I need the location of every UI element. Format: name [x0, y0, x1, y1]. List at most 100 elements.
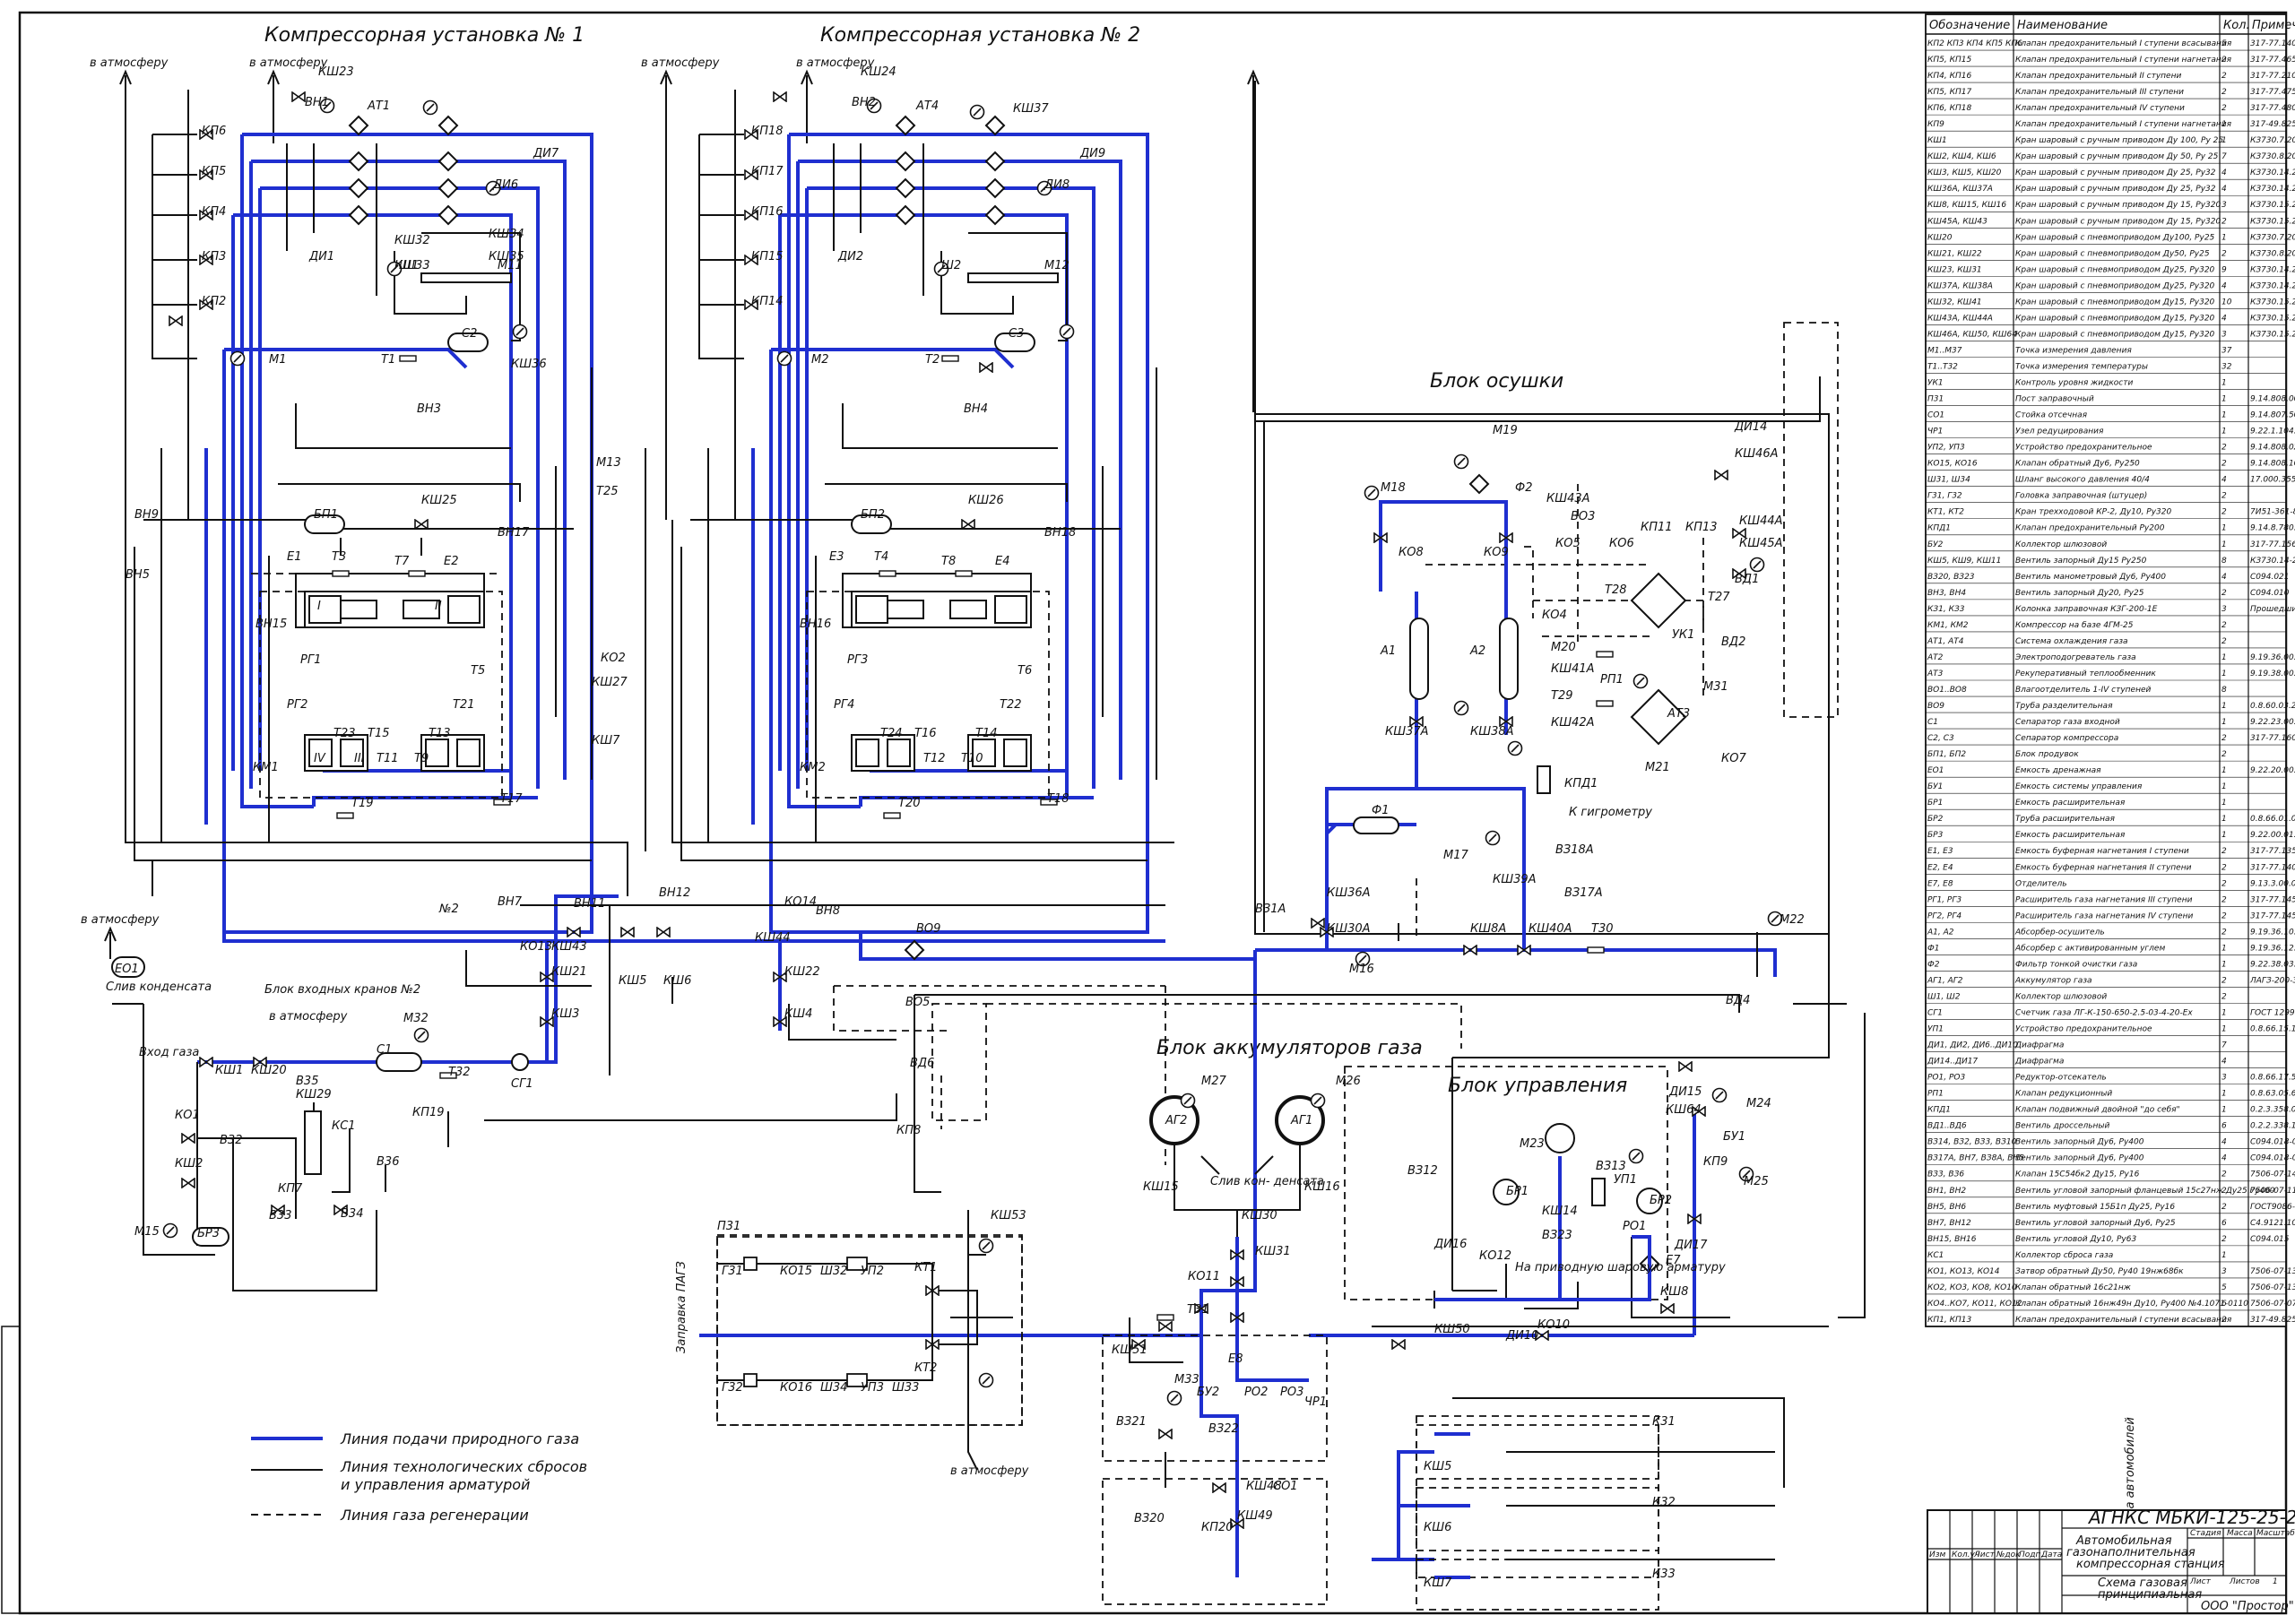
- spec-cell: РО1, РО3: [1927, 1074, 1965, 1083]
- spec-cell: 2: [2221, 72, 2227, 81]
- spec-cell: 9.14.808.00.000: [2250, 395, 2295, 404]
- tag-u1-1: КП5: [202, 165, 226, 178]
- spec-cell: КЗ730.14.20.200-01: [2250, 265, 2295, 274]
- spec-cell: Стойка отсечная: [2015, 411, 2088, 420]
- tag-u2-12: БП2: [861, 508, 885, 522]
- spec-cell: 4: [2221, 281, 2227, 290]
- tag-drying-4: КО9: [1484, 546, 1509, 559]
- tag-u2-17: Т8: [941, 555, 956, 568]
- spec-cell: ВО1..ВО8: [1927, 686, 1967, 695]
- cond-drain-label: Слив конденсата: [106, 980, 212, 994]
- tag-u1-28: Т5: [471, 664, 485, 678]
- tag-inlet-11: В33: [269, 1209, 291, 1222]
- spec-cell: КШ2, КШ4, КШ6: [1927, 152, 1996, 161]
- tag-u2-20: РГ3: [847, 653, 868, 667]
- spec-cell: 1: [2221, 766, 2227, 775]
- tag-u2-19: ВН16: [800, 618, 831, 631]
- tag-cars-2: К33: [1652, 1568, 1676, 1581]
- unit2-equipment: [851, 115, 1059, 534]
- tag-drying-31: М16: [1349, 963, 1374, 976]
- tag-ptg-7: КО16: [780, 1381, 812, 1395]
- tag-u1-32: ДИ1: [308, 250, 334, 263]
- tag-drying-23: ВЗ18А: [1555, 843, 1594, 857]
- spec-cell: ДИ1, ДИ2, ДИ6..ДИ10: [1927, 1041, 2018, 1050]
- spec-cell: КШ37А, КШ38А: [1927, 281, 1993, 290]
- tag-u1-17: Т7: [394, 555, 410, 568]
- spec-cell: КШ3, КШ5, КШ20: [1927, 168, 2002, 177]
- spec-cell: 317-49.825-00: [2250, 1316, 2295, 1325]
- spec-cell: 2: [2221, 492, 2227, 501]
- tag-drying-42: УК1: [1672, 628, 1694, 642]
- tag-drying-38: КШ44А: [1739, 514, 1783, 528]
- spec-cell: Вентиль запорный Ду6, Ру400: [2015, 1138, 2144, 1147]
- spec-cell: 3: [2221, 1074, 2227, 1083]
- spec-cell: 7: [2221, 152, 2227, 161]
- tag-control-13: РО1: [1623, 1220, 1646, 1233]
- tag-accum-7: КШ31: [1255, 1245, 1291, 1258]
- car-filling: [1416, 1415, 1659, 1611]
- spec-cell: КЗ730.15.20.200-02: [2250, 314, 2295, 323]
- spec-cell: Е2, Е4: [1927, 863, 1953, 872]
- spec-cell: Вентиль запорный Ду6, Ру400: [2015, 1154, 2144, 1163]
- spec-cell: 7506-07-1361-84: [2250, 1267, 2295, 1276]
- tag-u1-12: БП1: [314, 508, 338, 522]
- tag-drying-19: КШ38А: [1470, 725, 1514, 739]
- drawing-code: АГНКС МБКИ-125-25-2: [2087, 1507, 2295, 1528]
- pressure-gauge-icon: [969, 104, 985, 120]
- tag-u2-26: Т12: [923, 752, 945, 765]
- tag-u1-22: Т23: [333, 727, 355, 740]
- spec-cell: Ш31, Ш34: [1927, 476, 1970, 485]
- spec-cell: 0.8.66.15.10.00: [2250, 1025, 2295, 1034]
- spec-cell: КШ32, КШ41: [1927, 298, 1982, 307]
- tag-accum-0: АГ2: [1165, 1114, 1187, 1127]
- tag-regen-12: КШ49: [1237, 1509, 1273, 1523]
- valve-icon: [181, 1133, 195, 1144]
- spec-cell: КЗ730.7.20.200-01: [2250, 233, 2295, 242]
- spec-cell: Кран шаровый с ручным приводом Ду 50, Ру…: [2015, 152, 2219, 161]
- spec-cell: РГ1, РГ3: [1927, 895, 1962, 904]
- tag-cars-4: КШ6: [1424, 1521, 1451, 1534]
- spec-cell: 6: [2221, 1122, 2227, 1131]
- tag-drying-48: ВД4: [1726, 994, 1750, 1007]
- tag-control-3: БУ1: [1723, 1130, 1745, 1144]
- spec-cell: БР3: [1927, 831, 1944, 840]
- spec-cell: 9.14.808.02.000: [2250, 444, 2295, 453]
- temperature-sensor-icon: [1156, 1314, 1174, 1321]
- temperature-sensor-icon: [1587, 946, 1605, 954]
- spec-cell: КП1, КП13: [1927, 1316, 1971, 1325]
- tag-u1-16: Т3: [332, 550, 346, 564]
- spec-cell: 2: [2221, 928, 2227, 937]
- tag-control-11: КШ14: [1542, 1205, 1578, 1218]
- spec-cell: 0.8.66.01.000: [2250, 815, 2295, 824]
- spec-cell: 9.22.1.104.015.000: [2250, 428, 2295, 436]
- tag-u1-33: ДИ6: [492, 178, 518, 192]
- tag-u1-38: КШ33: [394, 259, 430, 272]
- spec-cell: Точка измерения давления: [2015, 346, 2132, 355]
- spec-cell: КПД1: [1927, 524, 1951, 533]
- spec-cell: КШ20: [1927, 233, 1953, 242]
- tag-ptg-4: УП2: [861, 1265, 884, 1278]
- spec-cell: Расширитель газа нагнетания III ступени: [2015, 895, 2193, 904]
- spec-cell: Коллектор шлюзовой: [2015, 992, 2107, 1001]
- spec-cell: 1: [2221, 702, 2227, 711]
- middle-tech-lines: [112, 81, 1866, 1560]
- spec-cell: 8: [2221, 557, 2227, 566]
- tag-u1-13: КШ25: [421, 494, 457, 507]
- tag-mid-15: М32: [403, 1012, 429, 1025]
- spec-header-0: Обозначение: [1929, 19, 2010, 32]
- valve-icon: [620, 927, 635, 937]
- tag-mid-13: ВН8: [816, 904, 840, 918]
- tag-drying-16: Т29: [1551, 689, 1572, 703]
- spec-cell: КШ1: [1927, 136, 1947, 145]
- gas-meter-icon: [511, 1053, 529, 1071]
- spec-cell: КП9: [1927, 120, 1944, 129]
- tag-u1-19: ВН15: [255, 618, 287, 631]
- tag-drying-29: КШ8А: [1470, 922, 1506, 936]
- valve-icon: [773, 91, 787, 102]
- spec-cell: 2: [2221, 992, 2227, 1001]
- tag-u1-45: ВН9: [134, 508, 159, 522]
- tag-labels: КП6 КП5 КП4 КП3 КП2 КШ23 ВН1 АТ1 М1 Т1 С2 ВН3 БП1 КШ2…: [115, 65, 1805, 1590]
- spec-cell: Вентиль угловой запорный Ду6, Ру25: [2015, 1219, 2176, 1228]
- spec-cell: Клапан предохранительный III ступени: [2015, 88, 2184, 97]
- spec-cell: Вентиль дроссельный: [2015, 1122, 2110, 1131]
